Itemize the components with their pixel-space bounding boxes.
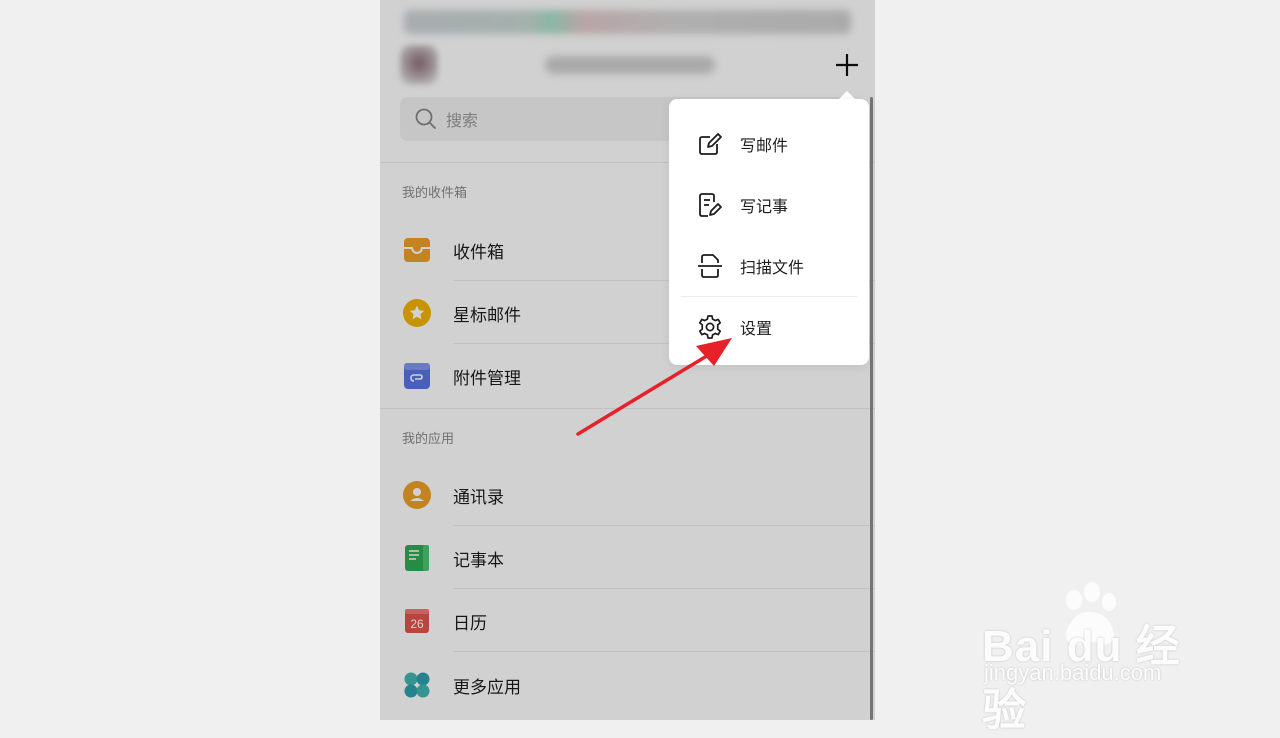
compose-icon	[699, 133, 722, 155]
menu-item-scan[interactable]: 扫描文件	[669, 236, 869, 296]
menu-item-label: 设置	[740, 319, 773, 338]
menu-item-label: 写记事	[740, 197, 789, 216]
menu-item-label: 写邮件	[740, 136, 789, 155]
menu-item-label: 扫描文件	[740, 258, 805, 277]
watermark-site: jingyan.baidu.com	[984, 660, 1162, 685]
baidu-jingyan-watermark: Bai du 经验 jingyan.baidu.com	[982, 582, 1222, 735]
menu-item-write-note[interactable]: 写记事	[669, 175, 869, 235]
menu-item-settings[interactable]: 设置	[669, 297, 869, 357]
menu-item-compose[interactable]: 写邮件	[669, 114, 869, 174]
write-note-icon	[699, 193, 722, 217]
scan-icon	[698, 254, 722, 278]
gear-icon	[698, 315, 722, 339]
add-menu-popup: 写邮件 写记事 扫描文件 设置	[669, 99, 869, 365]
